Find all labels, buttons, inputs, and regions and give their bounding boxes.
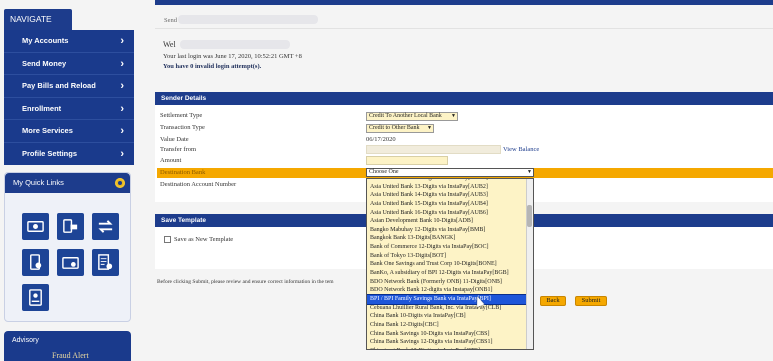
navigate-header: NAVIGATE [4,9,72,30]
dropdown-option[interactable]: Asia United Bank 15-Digits via InstaPay[… [367,200,533,209]
quick-links-panel: My Quick Links [4,172,131,322]
chevron-right-icon: › [120,80,124,92]
sidebar-item-send-money[interactable]: Send Money › [4,53,134,75]
back-button[interactable]: Back [540,296,566,306]
dropdown-option[interactable]: Bank One Savings and Trust Corp 10-Digit… [367,260,533,269]
last-login-text: Your last login was June 17, 2020, 10:52… [163,53,302,60]
sidebar-item-label: More Services [22,126,73,135]
advisory-panel: Advisory Fraud Alert [4,331,131,361]
dropdown-option[interactable]: Asian Development Bank 10-Digits[ADB] [367,217,533,226]
divider [155,28,773,29]
dropdown-option[interactable]: China Bank Savings 10-Digits via InstaPa… [367,330,533,339]
invalid-attempts-text: You have 0 invalid login attempt(s). [163,63,262,70]
quick-links-title: My Quick Links [13,178,64,187]
settlement-type-select[interactable]: Credit To Another Local Bank ▼ [366,112,458,121]
advisory-title: Advisory [12,337,39,344]
mobile-add-icon[interactable] [22,249,49,276]
chevron-down-icon: ▼ [451,114,456,119]
dropdown-option[interactable]: Bank of Commerce 12-Digits via InstaPay[… [367,243,533,252]
dropdown-option[interactable]: Bangkok Bank 13-Digits[BANGK] [367,234,533,243]
profile-card-icon[interactable] [22,284,49,311]
save-template-label: Save as New Template [174,236,234,243]
dropdown-option[interactable]: BDO Network Bank (Formerly ONB) 11-Digit… [367,278,533,287]
chevron-right-icon: › [120,57,124,70]
sidebar-item-label: My Accounts [22,36,69,45]
settlement-type-label: Settlement Type [160,112,203,119]
sender-details-header: Sender Details [155,92,773,105]
chevron-down-icon: ▼ [527,170,532,175]
sidebar-item-more-services[interactable]: More Services › [4,120,134,143]
sidebar-item-label: Enrollment [22,103,62,113]
dropdown-option[interactable]: Asia United Bank 14-Digits via InstaPay[… [367,191,533,200]
scrollbar-thumb[interactable] [527,205,532,227]
top-bar [155,0,773,5]
dropdown-option[interactable]: China Bank 10-Digits via InstaPay[CB] [367,312,533,321]
bill-schedule-icon[interactable] [92,249,119,276]
fraud-alert-link[interactable]: Fraud Alert [52,351,89,360]
sidebar-item-my-accounts[interactable]: My Accounts › [4,30,134,53]
sidebar-item-label: Send Money [22,58,67,68]
redacted-name [180,40,290,49]
chevron-right-icon: › [120,102,124,115]
dropdown-option[interactable]: Asia United Bank 13-Digits via InstaPay[… [367,183,533,192]
value-date-label: Value Date [160,136,189,143]
dropdown-option[interactable]: Bank of Tokyo 13-Digits[BOT] [367,252,533,261]
destination-bank-select[interactable]: Choose One ▼ [366,168,534,177]
welcome-text: Wel [163,40,176,49]
dropdown-option[interactable]: China Bank 12-Digits[CBC] [367,321,533,330]
destination-bank-value: Choose One [369,169,399,175]
redacted-text [178,15,318,24]
value-date: 06/17/2020 [366,136,396,143]
chevron-right-icon: › [120,147,124,160]
transfer-from-label: Transfer from [160,146,197,153]
dropdown-option[interactable]: Bangko Mabuhay 12-Digits via InstaPay[BM… [367,226,533,235]
transaction-type-value: Credit to Other Bank [369,125,420,131]
chevron-down-icon: ▼ [427,126,432,131]
amount-label: Amount [160,157,182,164]
gear-icon[interactable] [115,178,125,188]
transaction-type-label: Transaction Type [160,124,205,131]
review-note: Before clicking Submit, please review an… [157,279,334,285]
mobile-transfer-icon[interactable] [57,213,84,240]
sidebar-menu: My Accounts › Send Money › Pay Bills and R… [4,30,134,165]
dropdown-option[interactable]: China Bank Savings 12-Digits via InstaPa… [367,338,533,347]
card-help-icon[interactable] [22,213,49,240]
sidebar-item-enrollment[interactable]: Enrollment › [4,98,134,120]
settlement-type-value: Credit To Another Local Bank [369,113,442,119]
wallet-icon[interactable] [57,249,84,276]
dropdown-option[interactable]: Chinatrust Bank 12-Digits via InstaPay[C… [367,347,533,349]
chevron-right-icon: › [120,35,124,47]
dropdown-option[interactable]: Cebuana Lhuillier Rural Bank, Inc. via I… [367,304,533,313]
save-template-checkbox[interactable] [164,236,171,243]
dropdown-option[interactable]: BPI / BPI Family Savings Bank via InstaP… [367,294,533,305]
submit-button[interactable]: Submit [575,296,607,306]
dropdown-scrollbar[interactable] [526,179,533,349]
destination-bank-label: Destination Bank [160,169,206,176]
sidebar-item-label: Profile Settings [22,148,78,158]
dropdown-option[interactable]: Asia United Bank 16-Digits via InstaPay[… [367,209,533,218]
view-balance-link[interactable]: View Balance [503,146,539,153]
chevron-right-icon: › [120,125,124,137]
dropdown-option[interactable]: BDO Network Bank 12-digits via Instapay[… [367,286,533,295]
sidebar-item-pay-bills[interactable]: Pay Bills and Reload › [4,75,134,98]
transfer-arrows-icon[interactable] [92,213,119,240]
amount-input[interactable] [366,156,448,165]
transaction-type-select[interactable]: Credit to Other Bank ▼ [366,124,434,133]
destination-bank-dropdown-list[interactable]: Asia United Bank 12-Digits via InstaPay[… [366,178,534,350]
quick-links-header: My Quick Links [5,173,130,193]
sidebar-item-profile-settings[interactable]: Profile Settings › [4,143,134,166]
destination-account-label: Destination Account Number [160,181,237,188]
sidebar-item-label: Pay Bills and Reload [22,81,96,90]
send-tab[interactable]: Send [164,17,177,24]
dropdown-option[interactable]: BanKo, A subsidiary of BPI 12-Digits via… [367,269,533,278]
transfer-from-select[interactable] [366,145,501,154]
